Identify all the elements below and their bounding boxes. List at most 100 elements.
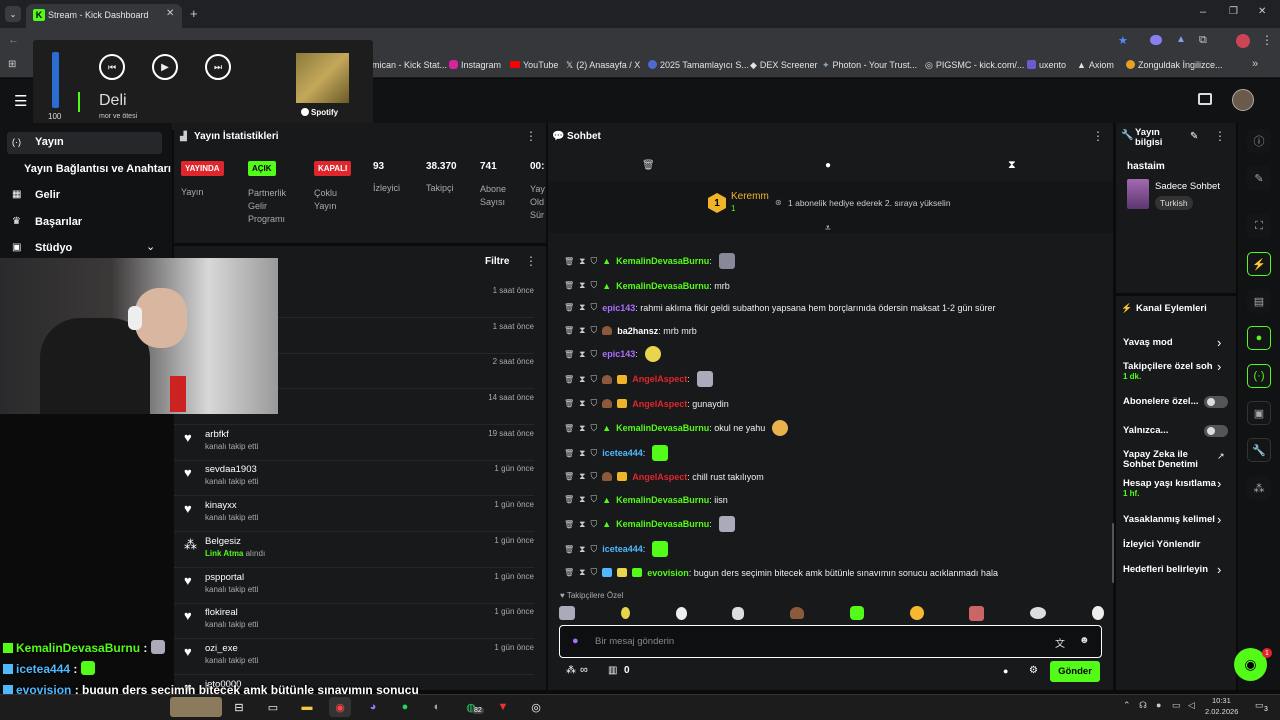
channel-action-item[interactable]: Yapay Zeka ile Sohbet Denetimi xyxy=(1123,450,1211,470)
channel-action-item[interactable]: Takipçilere özel soh 1 dk. xyxy=(1123,361,1228,381)
chat-username[interactable]: epic143 xyxy=(602,303,635,313)
store-icon[interactable]: ▥ xyxy=(608,665,617,676)
shield-icon[interactable]: ⛉ xyxy=(590,519,597,530)
emote-icon[interactable] xyxy=(559,606,575,620)
chrome-icon[interactable]: ◉ xyxy=(329,697,351,717)
chat-username[interactable]: KemalinDevasaBurnu xyxy=(616,423,709,433)
sidebar-item-yayin[interactable] xyxy=(7,132,162,154)
translate-icon[interactable]: 文 xyxy=(1055,635,1065,650)
timeout-icon[interactable]: ⧗ xyxy=(579,280,585,291)
bookmark-item[interactable]: Photon - Your Trust... xyxy=(833,60,918,70)
bookmark-item[interactable]: uxento xyxy=(1039,60,1066,70)
next-track-icon[interactable]: ⏭ xyxy=(205,54,231,80)
hamburger-menu-icon[interactable]: ☰ xyxy=(14,92,27,110)
bookmark-item[interactable]: DEX Screener xyxy=(760,60,818,70)
chevron-up-icon[interactable]: ⌃ xyxy=(1123,700,1131,711)
document-icon[interactable]: ▤ xyxy=(1247,289,1271,313)
emote-icon[interactable] xyxy=(620,607,630,619)
chevron-right-icon[interactable]: › xyxy=(1217,476,1221,491)
user-avatar[interactable] xyxy=(1232,89,1254,111)
panel-menu-icon[interactable]: ⋮ xyxy=(1092,129,1104,143)
bookmark-item[interactable]: YouTube xyxy=(523,60,558,70)
delete-icon[interactable]: 🗑 xyxy=(564,257,574,266)
delete-icon[interactable]: 🗑 xyxy=(564,326,574,335)
emote-icon[interactable] xyxy=(1091,606,1104,620)
bookmark-item[interactable]: PIGSMC - kick.com/... xyxy=(936,60,1025,70)
volume-bar[interactable] xyxy=(52,52,59,108)
delete-icon[interactable]: 🗑 xyxy=(564,568,574,577)
sidebar-item-gelir[interactable]: Gelir xyxy=(35,189,60,201)
previous-track-icon[interactable]: ⏮ xyxy=(99,54,125,80)
task-view-icon[interactable]: ⊟ xyxy=(228,697,250,717)
discord-icon[interactable]: ◕ xyxy=(362,697,384,717)
delete-icon[interactable]: 🗑 xyxy=(564,399,574,408)
event-username[interactable]: arbfkf xyxy=(205,429,229,440)
emote-icon[interactable] xyxy=(790,607,805,619)
close-window-icon[interactable]: ✕ xyxy=(1258,6,1266,17)
event-username[interactable]: flokireal xyxy=(205,607,238,618)
emote-icon[interactable] xyxy=(1030,607,1047,619)
chat-username[interactable]: AngelAspect xyxy=(632,374,687,384)
toggle-switch[interactable] xyxy=(1204,425,1228,437)
timeout-icon[interactable]: ⧗ xyxy=(579,349,585,360)
app-icon[interactable]: ▼ xyxy=(492,697,514,717)
panel-menu-icon[interactable]: ⋮ xyxy=(1214,129,1226,143)
file-explorer-icon[interactable]: ▬ xyxy=(296,697,318,717)
profile-avatar[interactable] xyxy=(1236,34,1250,48)
chat-username[interactable]: icetea444 xyxy=(602,544,643,554)
delete-icon[interactable]: 🗑 xyxy=(564,350,574,359)
event-username[interactable]: ozi_exe xyxy=(205,643,238,654)
chat-username[interactable]: KemalinDevasaBurnu xyxy=(616,256,709,266)
shield-icon[interactable]: ⛉ xyxy=(590,325,597,336)
tab-list-icon[interactable]: ⌄ xyxy=(5,6,21,22)
timeout-icon[interactable]: ⧗ xyxy=(579,544,585,555)
timeout-icon[interactable]: ⧗ xyxy=(579,374,585,385)
channel-action-item[interactable]: Hedefleri belirleyin xyxy=(1123,564,1228,575)
sidebar-item-studyo[interactable]: Stüdyo xyxy=(35,242,72,254)
emote-icon[interactable] xyxy=(909,606,924,620)
event-username[interactable]: pspportal xyxy=(205,572,244,583)
gear-icon[interactable]: ⚙ xyxy=(1029,665,1038,676)
shield-icon[interactable]: ⛉ xyxy=(590,349,597,360)
extensions-puzzle-icon[interactable]: ⧉ xyxy=(1199,34,1207,47)
delete-icon[interactable]: 🗑 xyxy=(564,281,574,290)
wrench-icon[interactable]: 🔧 xyxy=(1247,438,1271,462)
gift-sub-icon[interactable]: ⁂ xyxy=(566,665,576,676)
emote-icon[interactable] xyxy=(849,606,864,620)
notifications-icon[interactable]: ▭ xyxy=(1255,700,1264,711)
computer-icon[interactable]: ▭ xyxy=(262,697,284,717)
sidebar-item-basarilar[interactable]: Başarılar xyxy=(35,216,82,228)
trash-icon[interactable]: 🗑 xyxy=(642,160,655,171)
shield-icon[interactable]: ⛉ xyxy=(590,423,597,434)
timeout-icon[interactable]: ⧗ xyxy=(579,325,585,336)
weather-widget[interactable] xyxy=(170,697,222,717)
timeout-icon[interactable]: ⧗ xyxy=(579,423,585,434)
channel-action-item[interactable]: İzleyici Yönlendir xyxy=(1123,539,1228,550)
event-username[interactable]: kinayxx xyxy=(205,500,237,511)
stream-preview-icon[interactable] xyxy=(1198,93,1212,105)
bookmark-item[interactable]: 2025 Tamamlayıcı S... xyxy=(660,60,749,70)
chat-username[interactable]: KemalinDevasaBurnu xyxy=(616,495,709,505)
emote-icon[interactable] xyxy=(675,606,687,620)
back-icon[interactable]: ← xyxy=(8,34,19,46)
chat-bubble-icon[interactable]: ● xyxy=(825,160,831,171)
delete-icon[interactable]: 🗑 xyxy=(564,424,574,433)
emoji-icon[interactable]: ☻ xyxy=(1079,635,1090,646)
delete-icon[interactable]: 🗑 xyxy=(564,375,574,384)
bookmark-item[interactable]: (2) Anasayfa / X xyxy=(576,60,640,70)
delete-icon[interactable]: 🗑 xyxy=(564,303,574,312)
sidebar-item-stream-key[interactable]: Yayın Bağlantısı ve Anahtarı xyxy=(24,163,171,175)
spotify-icon[interactable]: ● xyxy=(394,697,416,717)
microphone-icon[interactable]: ● xyxy=(572,635,579,647)
obs-icon[interactable]: ◎ xyxy=(525,697,547,717)
send-button[interactable]: Gönder xyxy=(1050,661,1100,682)
timeout-icon[interactable]: ⧗ xyxy=(579,302,585,313)
lightning-icon[interactable]: ⚡ xyxy=(1247,252,1271,276)
shield-icon[interactable]: ⛉ xyxy=(590,374,597,385)
event-username[interactable]: sevdaa1903 xyxy=(205,464,257,475)
microphone-icon[interactable]: ● xyxy=(1156,700,1161,710)
delete-icon[interactable]: 🗑 xyxy=(564,520,574,529)
apps-grid-icon[interactable]: ⊞ xyxy=(8,59,16,70)
chevron-right-icon[interactable]: › xyxy=(1217,359,1221,374)
channel-action-item[interactable]: Hesap yaşı kısıtlama 1 hf. xyxy=(1123,478,1228,498)
